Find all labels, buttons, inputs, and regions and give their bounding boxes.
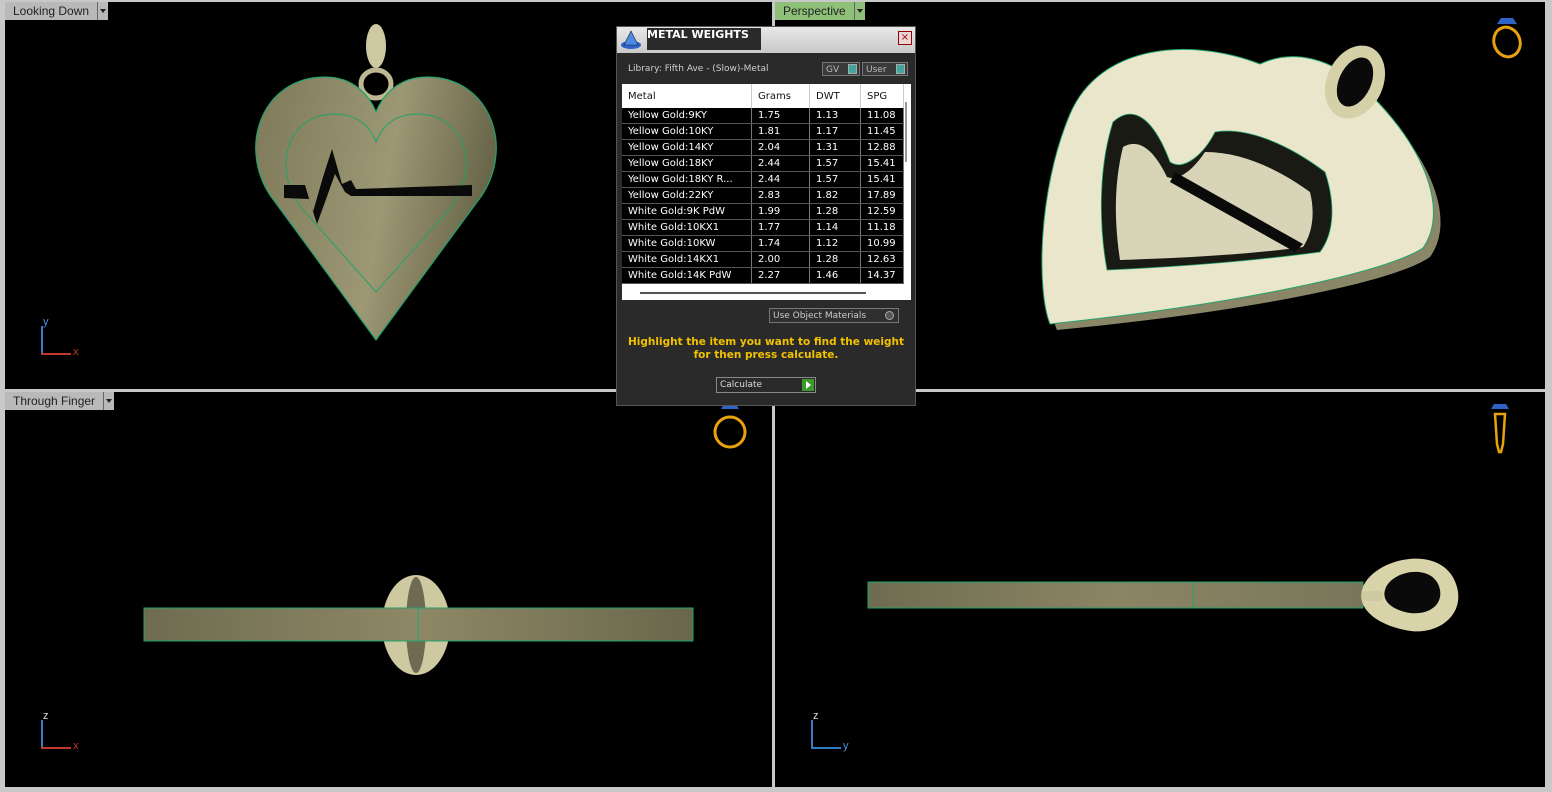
table-cell: 10.99: [860, 235, 904, 252]
table-cell: 1.82: [809, 187, 861, 204]
table-cell: 1.46: [809, 267, 861, 284]
calculate-label: Calculate: [720, 380, 763, 390]
table-row[interactable]: Yellow Gold:18KY R... 2.44 1.57 15.41: [622, 171, 904, 188]
table-cell: Yellow Gold:18KY: [622, 155, 752, 172]
use-object-materials-option[interactable]: Use Object Materials: [769, 308, 899, 323]
table-cell: 1.31: [809, 139, 861, 156]
table-cell: Yellow Gold:14KY: [622, 139, 752, 156]
table-row[interactable]: Yellow Gold:10KY 1.81 1.17 11.45: [622, 123, 904, 140]
axis-gizmo: y x: [39, 316, 89, 360]
table-cell: 1.57: [809, 155, 861, 172]
table-cell: 12.59: [860, 203, 904, 220]
dialog-titlebar[interactable]: METAL WEIGHTS ×: [617, 27, 915, 53]
table-cell: White Gold:10KX1: [622, 219, 752, 236]
table-cell: 1.12: [809, 235, 861, 252]
column-header-metal[interactable]: Metal: [622, 84, 752, 108]
calculate-button[interactable]: Calculate: [716, 377, 816, 393]
table-row[interactable]: White Gold:14K PdW 2.27 1.46 14.37: [622, 267, 904, 284]
axis-label-y: y: [843, 740, 849, 752]
table-row[interactable]: White Gold:10KX1 1.77 1.14 11.18: [622, 219, 904, 236]
table-cell: 14.37: [860, 267, 904, 284]
table-cell: White Gold:14K PdW: [622, 267, 752, 284]
play-arrow-icon: [802, 379, 814, 391]
table-cell: 2.44: [751, 171, 810, 188]
table-row[interactable]: White Gold:10KW 1.74 1.12 10.99: [622, 235, 904, 252]
axis-label-z: z: [43, 710, 49, 722]
table-cell: 11.45: [860, 123, 904, 140]
axis-gizmo: z x: [39, 710, 89, 754]
table-row[interactable]: White Gold:9K PdW 1.99 1.28 12.59: [622, 203, 904, 220]
table-cell: 1.17: [809, 123, 861, 140]
table-cell: 1.14: [809, 219, 861, 236]
viewport-side[interactable]: z y: [775, 392, 1545, 787]
gv-toggle[interactable]: GV: [822, 62, 860, 76]
table-cell: White Gold:10KW: [622, 235, 752, 252]
table-row[interactable]: Yellow Gold:18KY 2.44 1.57 15.41: [622, 155, 904, 172]
user-toggle-label: User: [866, 65, 887, 75]
axis-label-x: x: [73, 346, 79, 358]
app-logo-icon: [621, 30, 641, 49]
table-cell: 2.83: [751, 187, 810, 204]
table-cell: 1.75: [751, 108, 810, 124]
table-cell: 1.28: [809, 251, 861, 268]
table-cell: 1.81: [751, 123, 810, 140]
ring-orientation-icon[interactable]: [1485, 14, 1525, 64]
table-cell: 17.89: [860, 187, 904, 204]
table-cell: 15.41: [860, 155, 904, 172]
table-cell: 12.88: [860, 139, 904, 156]
pendant-side-view: [143, 575, 694, 675]
viewport-through-finger[interactable]: Through Finger z x: [5, 392, 772, 787]
toggle-knob-icon: [896, 64, 905, 74]
vertical-scrollbar[interactable]: [905, 102, 907, 162]
table-cell: 12.63: [860, 251, 904, 268]
table-cell: Yellow Gold:18KY R...: [622, 171, 752, 188]
table-row[interactable]: Yellow Gold:22KY 2.83 1.82 17.89: [622, 187, 904, 204]
axis-label-x: x: [73, 740, 79, 752]
user-toggle[interactable]: User: [862, 62, 908, 76]
table-cell: 1.28: [809, 203, 861, 220]
gv-toggle-label: GV: [826, 65, 840, 75]
table-cell: 1.74: [751, 235, 810, 252]
table-header-row: Metal Grams DWT SPG: [622, 84, 904, 108]
library-label: Library: Fifth Ave - (Slow)-Metal: [628, 64, 769, 74]
radio-icon: [885, 311, 894, 320]
ring-front-icon[interactable]: [709, 402, 749, 452]
table-row[interactable]: Yellow Gold:9KY 1.75 1.13 11.08: [622, 108, 904, 124]
table-cell: 1.99: [751, 203, 810, 220]
metal-weights-dialog: METAL WEIGHTS × Library: Fifth Ave - (Sl…: [616, 26, 916, 406]
column-header-spg[interactable]: SPG: [860, 84, 904, 108]
use-object-materials-label: Use Object Materials: [773, 311, 867, 321]
table-cell: Yellow Gold:22KY: [622, 187, 752, 204]
axis-label-y: y: [43, 316, 49, 328]
toggle-knob-icon: [848, 64, 857, 74]
dialog-title: METAL WEIGHTS: [647, 28, 761, 50]
table-cell: 1.57: [809, 171, 861, 188]
axis-label-z: z: [813, 710, 819, 722]
table-cell: 2.04: [751, 139, 810, 156]
table-cell: White Gold:9K PdW: [622, 203, 752, 220]
table-cell: 1.77: [751, 219, 810, 236]
table-cell: 11.18: [860, 219, 904, 236]
table-cell: 15.41: [860, 171, 904, 188]
table-cell: Yellow Gold:9KY: [622, 108, 752, 124]
instruction-text: Highlight the item you want to find the …: [628, 336, 904, 361]
table-cell: White Gold:14KX1: [622, 251, 752, 268]
table-row[interactable]: Yellow Gold:14KY 2.04 1.31 12.88: [622, 139, 904, 156]
ring-side-icon[interactable]: [1486, 402, 1516, 458]
horizontal-scrollbar[interactable]: [640, 292, 866, 294]
table-row[interactable]: White Gold:14KX1 2.00 1.28 12.63: [622, 251, 904, 268]
table-cell: 11.08: [860, 108, 904, 124]
close-button[interactable]: ×: [898, 31, 912, 45]
metal-table[interactable]: Metal Grams DWT SPG Yellow Gold:9KY 1.75 1…: [622, 84, 911, 300]
table-cell: 1.13: [809, 108, 861, 124]
axis-gizmo: z y: [809, 710, 859, 754]
table-cell: 2.44: [751, 155, 810, 172]
table-cell: 2.27: [751, 267, 810, 284]
table-cell: Yellow Gold:10KY: [622, 123, 752, 140]
column-header-grams[interactable]: Grams: [751, 84, 810, 108]
column-header-dwt[interactable]: DWT: [809, 84, 861, 108]
pendant-side-view-2: [867, 558, 1459, 632]
table-cell: 2.00: [751, 251, 810, 268]
